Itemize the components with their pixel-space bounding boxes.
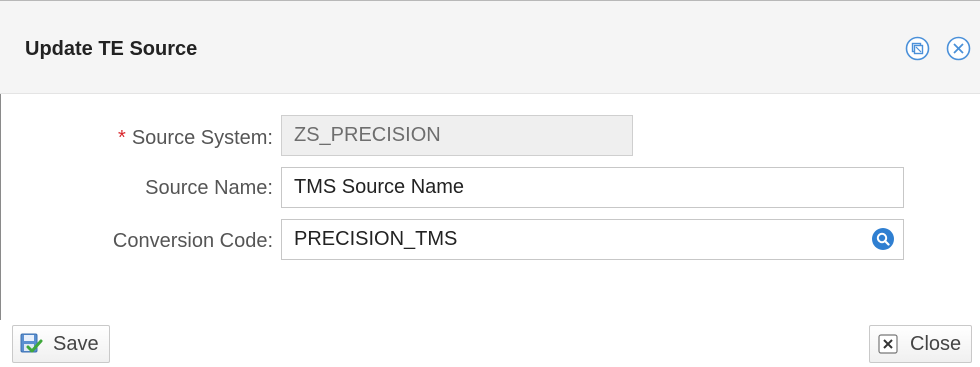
close-circle-icon[interactable] [946, 36, 971, 61]
source-system-label: * Source System: [118, 126, 273, 150]
dialog-header: Update TE Source [0, 0, 980, 94]
close-button[interactable]: Close [869, 325, 973, 363]
source-system-label-text: Source System: [131, 127, 273, 149]
restore-window-icon[interactable] [905, 36, 930, 61]
dialog-left-border [0, 94, 1, 320]
save-button[interactable]: Save [12, 325, 110, 363]
source-name-label: Source Name: [145, 177, 273, 199]
save-button-label: Save [53, 332, 99, 355]
source-system-field[interactable] [281, 115, 633, 156]
dialog-title: Update TE Source [25, 38, 198, 60]
close-button-label: Close [910, 332, 962, 355]
conversion-code-field[interactable] [281, 219, 904, 260]
conversion-code-label: Conversion Code: [112, 230, 273, 252]
save-check-icon [20, 333, 43, 353]
search-icon[interactable] [871, 227, 895, 251]
required-marker: * [118, 127, 126, 149]
source-name-field[interactable] [281, 167, 904, 208]
close-x-icon [878, 334, 898, 354]
update-te-source-dialog: Update TE Source *Source System: Source … [0, 0, 980, 367]
